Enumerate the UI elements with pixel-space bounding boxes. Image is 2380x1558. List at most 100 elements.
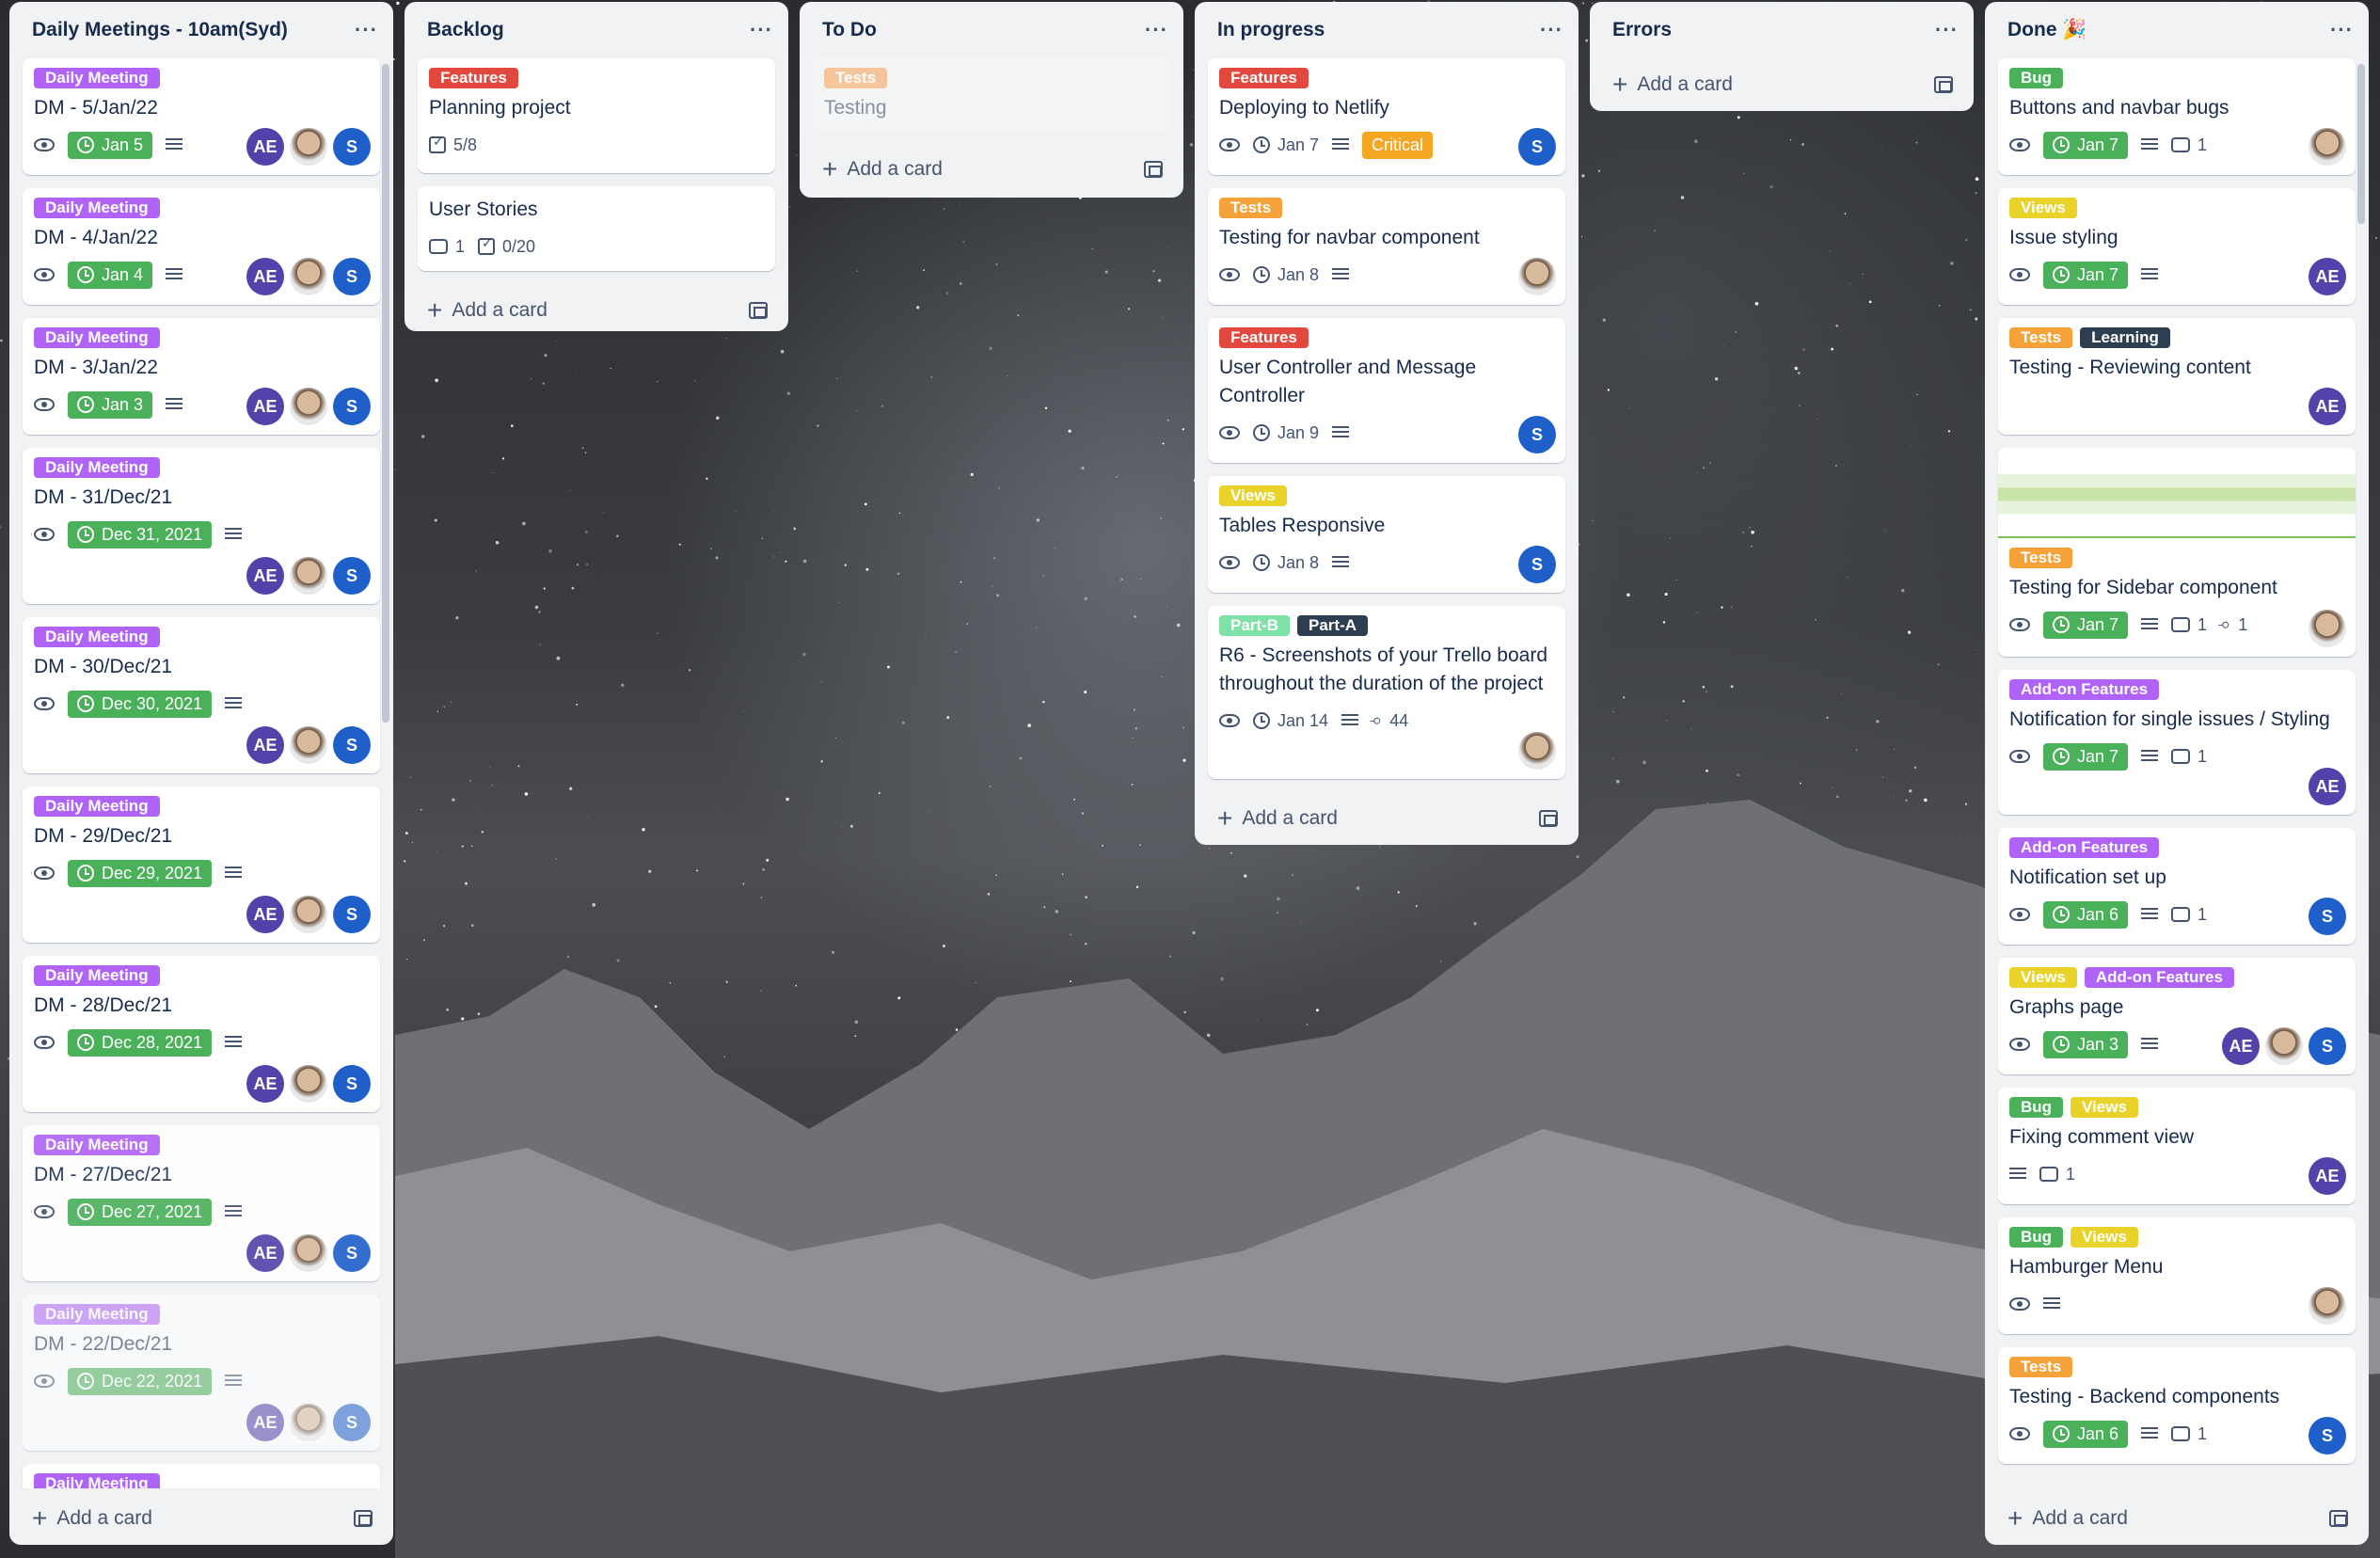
avatar[interactable] <box>2265 1027 2303 1065</box>
due-date-badge[interactable]: Dec 28, 2021 <box>68 1028 213 1057</box>
avatar[interactable]: S <box>333 1404 371 1441</box>
avatar[interactable]: S <box>333 1234 371 1272</box>
list-menu-icon[interactable]: ··· <box>750 18 773 42</box>
avatar[interactable] <box>1518 258 1556 295</box>
avatar[interactable]: S <box>1518 546 1556 583</box>
avatar[interactable]: S <box>333 896 371 933</box>
card[interactable]: Views Add-on Features Graphs page Jan 3 A… <box>1998 958 2356 1074</box>
avatar[interactable]: S <box>2309 898 2346 935</box>
list-menu-icon[interactable]: ··· <box>1145 18 1168 42</box>
card[interactable]: Daily Meeting DM - 28/Dec/21 Dec 28, 202… <box>23 956 380 1112</box>
avatar[interactable] <box>2309 128 2346 166</box>
add-card-button[interactable]: + Add a card <box>1195 792 1579 845</box>
add-card-button[interactable]: + Add a card <box>1985 1492 2369 1545</box>
avatar[interactable]: S <box>333 1065 371 1103</box>
avatar[interactable] <box>290 1404 327 1441</box>
avatar[interactable]: AE <box>2222 1027 2260 1065</box>
due-date-badge[interactable]: Dec 22, 2021 <box>68 1367 213 1395</box>
card[interactable]: Daily Meeting <box>23 1464 380 1488</box>
avatar[interactable]: S <box>333 258 371 295</box>
list-menu-icon[interactable]: ··· <box>2330 18 2354 42</box>
template-icon[interactable] <box>2329 1510 2348 1527</box>
avatar[interactable]: AE <box>246 388 284 425</box>
avatar[interactable] <box>290 557 327 595</box>
card[interactable]: Bug Views Fixing comment view 1 AE <box>1998 1088 2356 1204</box>
card[interactable]: Daily Meeting DM - 4/Jan/22 Jan 4 AE S <box>23 188 380 305</box>
avatar[interactable]: AE <box>2309 388 2346 425</box>
card[interactable]: Tests Testing for Sidebar component Jan … <box>1998 448 2356 657</box>
avatar[interactable]: AE <box>246 128 284 166</box>
card[interactable]: Daily Meeting DM - 5/Jan/22 Jan 5 AE S <box>23 58 380 175</box>
due-date-badge[interactable]: Jan 3 <box>2043 1030 2129 1058</box>
avatar[interactable]: S <box>1518 128 1556 166</box>
avatar[interactable]: AE <box>246 896 284 933</box>
avatar[interactable] <box>2309 610 2346 647</box>
template-icon[interactable] <box>354 1510 373 1527</box>
avatar[interactable]: S <box>1518 416 1556 453</box>
card[interactable]: Daily Meeting DM - 27/Dec/21 Dec 27, 202… <box>23 1125 380 1281</box>
due-date-badge[interactable]: Jan 5 <box>68 131 153 159</box>
due-date-badge[interactable]: Jan 7 <box>2043 131 2129 159</box>
avatar[interactable]: AE <box>2309 258 2346 295</box>
template-icon[interactable] <box>1934 76 1953 93</box>
due-date-badge[interactable]: Dec 29, 2021 <box>68 859 213 887</box>
list-menu-icon[interactable]: ··· <box>355 18 378 42</box>
avatar[interactable]: AE <box>2309 1157 2346 1195</box>
card[interactable]: Daily Meeting DM - 29/Dec/21 Dec 29, 202… <box>23 787 380 943</box>
avatar[interactable] <box>290 896 327 933</box>
add-card-button[interactable]: + Add a card <box>800 143 1183 196</box>
card[interactable]: Features Deploying to Netlify Jan 7 Criti… <box>1208 58 1565 175</box>
card[interactable]: Features Planning project 5/8 <box>418 58 775 173</box>
avatar[interactable] <box>290 258 327 295</box>
avatar[interactable] <box>290 726 327 764</box>
avatar[interactable] <box>1518 732 1556 770</box>
card[interactable]: Tests Testing <box>813 58 1170 130</box>
avatar[interactable]: S <box>2309 1027 2346 1065</box>
add-card-button[interactable]: + Add a card <box>9 1492 393 1545</box>
template-icon[interactable] <box>1539 810 1558 827</box>
card[interactable]: Tests Testing - Backend components Jan 6… <box>1998 1347 2356 1464</box>
avatar[interactable]: S <box>333 726 371 764</box>
add-card-button[interactable]: + Add a card <box>405 284 788 331</box>
card[interactable]: Bug Buttons and navbar bugs Jan 7 1 <box>1998 58 2356 175</box>
avatar[interactable]: AE <box>2309 768 2346 805</box>
card[interactable]: Add-on Features Notification for single … <box>1998 670 2356 815</box>
card[interactable]: Views Issue styling Jan 7 AE <box>1998 188 2356 305</box>
avatar[interactable] <box>290 1065 327 1103</box>
card[interactable]: Daily Meeting DM - 3/Jan/22 Jan 3 AE S <box>23 318 380 435</box>
avatar[interactable]: AE <box>246 258 284 295</box>
due-date-badge[interactable]: Jan 6 <box>2043 900 2129 929</box>
list-menu-icon[interactable]: ··· <box>1935 18 1959 42</box>
due-date-badge[interactable]: Jan 7 <box>2043 261 2129 289</box>
card[interactable]: Part-B Part-A R6 - Screenshots of your Tr… <box>1208 606 1565 779</box>
add-card-button[interactable]: + Add a card <box>1590 58 1974 111</box>
card[interactable]: Daily Meeting DM - 22/Dec/21 Dec 22, 202… <box>23 1295 380 1451</box>
avatar[interactable] <box>290 388 327 425</box>
avatar[interactable] <box>290 128 327 166</box>
due-date-badge[interactable]: Jan 7 <box>2043 611 2129 639</box>
avatar[interactable]: AE <box>246 1065 284 1103</box>
card[interactable]: Bug Views Hamburger Menu <box>1998 1217 2356 1334</box>
avatar[interactable] <box>290 1234 327 1272</box>
card[interactable]: Tests Learning Testing - Reviewing conten… <box>1998 318 2356 435</box>
avatar[interactable]: S <box>333 388 371 425</box>
avatar[interactable]: S <box>2309 1417 2346 1455</box>
scrollbar[interactable] <box>2357 64 2365 224</box>
due-date-badge[interactable]: Dec 27, 2021 <box>68 1198 213 1226</box>
avatar[interactable]: S <box>333 557 371 595</box>
avatar[interactable] <box>2309 1287 2346 1325</box>
card[interactable]: User Stories 1 0/20 <box>418 186 775 271</box>
card[interactable]: Add-on Features Notification set up Jan … <box>1998 828 2356 945</box>
avatar[interactable]: AE <box>246 557 284 595</box>
card[interactable]: Daily Meeting DM - 30/Dec/21 Dec 30, 202… <box>23 617 380 773</box>
due-date-badge[interactable]: Jan 4 <box>68 261 153 289</box>
due-date-badge[interactable]: Jan 3 <box>68 390 153 419</box>
avatar[interactable]: AE <box>246 1234 284 1272</box>
due-date-badge[interactable]: Jan 7 <box>2043 742 2129 771</box>
card[interactable]: Features User Controller and Message Con… <box>1208 318 1565 463</box>
due-date-badge[interactable]: Dec 30, 2021 <box>68 690 213 718</box>
due-date-badge[interactable]: Jan 6 <box>2043 1420 2129 1448</box>
due-date-badge[interactable]: Dec 31, 2021 <box>68 520 213 548</box>
template-icon[interactable] <box>749 302 768 319</box>
card[interactable]: Views Tables Responsive Jan 8 S <box>1208 476 1565 593</box>
